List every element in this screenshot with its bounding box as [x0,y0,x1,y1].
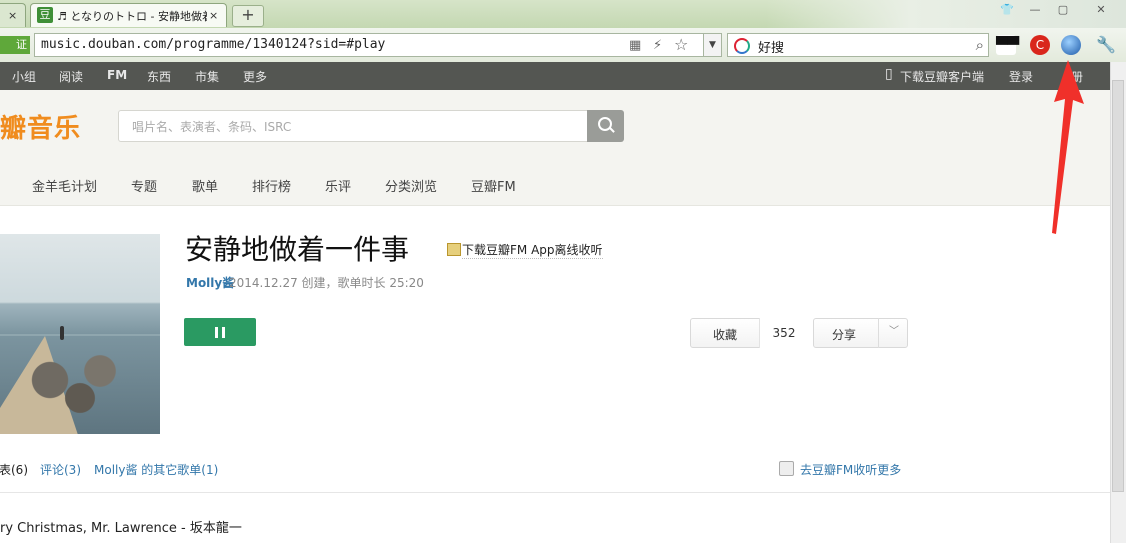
collect-label: 收藏 [713,328,738,342]
certificate-badge[interactable]: 证 [0,36,30,54]
maximize-button[interactable]: ▢ [1052,2,1074,18]
subnav-browse[interactable]: 分类浏览 [385,176,437,195]
search-icon[interactable]: ⌕ [976,36,984,54]
creator-link[interactable]: Molly酱 [186,274,234,291]
new-tab-button[interactable]: + [232,5,264,27]
star-icon[interactable]: ☆ [674,35,688,54]
download-fm-link[interactable]: 下载豆瓣FM App离线收听 [462,241,603,259]
site-top-nav: 小组 阅读 FM 东西 市集 更多 ▯ 下载豆瓣客户端 登录 册 [0,62,1110,90]
site-search-button[interactable] [587,110,624,142]
subnav-playlists[interactable]: 歌单 [192,176,218,195]
listen-fm-more-link[interactable]: 去豆瓣FM收听更多 [800,461,901,478]
browser-search-input[interactable]: 好搜 ⌕ [727,33,989,57]
share-button[interactable]: 分享 ﹀ [813,318,908,348]
nav-item-fm[interactable]: FM [107,68,127,82]
collect-button[interactable]: 收藏 352 [690,318,808,348]
phone-icon: ▯ [885,66,893,82]
minimize-button[interactable]: — [1024,2,1046,18]
site-search-input[interactable]: 唱片名、表演者、条码、ISRC [118,110,588,142]
collect-count: 352 [759,318,808,348]
download-app-link[interactable]: 下载豆瓣客户端 [900,68,984,85]
tab-track-list[interactable]: 表(6) [0,461,28,478]
subnav-golden-fleece[interactable]: 金羊毛计划 [32,176,97,195]
tab-close-icon[interactable]: × [209,9,218,22]
pause-icon [215,327,218,338]
search-engine-label: 好搜 [758,41,785,56]
radio-icon [779,461,794,476]
browser-tab-active[interactable]: 豆 ♬ となりのトトロ - 安静地做着一件事 × [30,3,227,27]
programme-title: 安静地做着一件事 [185,233,410,266]
adblock-icon[interactable]: ▀▀ [996,35,1019,55]
dropdown-icon[interactable]: ▼ [703,33,722,57]
qrcode-icon[interactable]: ▦ [629,38,641,53]
programme-meta: 2014.12.27 创建，歌单时长 25:20 [229,276,424,290]
browser-tab-inactive[interactable]: × [0,3,26,27]
download-app-icon [447,243,461,256]
url-text[interactable]: music.douban.com/programme/1340124?sid=#… [41,37,385,52]
scrollbar-thumb[interactable] [1112,80,1124,492]
subnav-charts[interactable]: 排行榜 [252,176,291,195]
search-engine-icon[interactable] [734,38,750,54]
nav-item-more[interactable]: 更多 [243,68,267,85]
lightning-icon[interactable]: ⚡ [653,38,662,53]
nav-item-market[interactable]: 市集 [195,68,219,85]
tab-other-lists[interactable]: Molly酱 的其它歌单(1) [94,461,218,478]
subnav-topics[interactable]: 专题 [131,176,157,195]
tab-close-icon[interactable]: × [8,9,17,22]
nav-item-things[interactable]: 东西 [147,68,171,85]
divider [0,492,1110,493]
pause-button[interactable] [184,318,256,346]
programme-cover-image[interactable] [0,234,160,434]
share-label: 分享 [832,328,857,342]
subnav-douban-fm[interactable]: 豆瓣FM [471,176,516,195]
login-link[interactable]: 登录 [1009,68,1033,85]
subnav-reviews[interactable]: 乐评 [325,176,351,195]
chevron-down-icon[interactable]: ﹀ [878,318,909,348]
track-list-item[interactable]: ry Christmas, Mr. Lawrence - 坂本龍一 [0,517,242,536]
logo[interactable]: 瓣音乐 [0,108,81,145]
url-input[interactable]: music.douban.com/programme/1340124?sid=#… [34,33,722,57]
site-search-placeholder: 唱片名、表演者、条码、ISRC [132,120,292,134]
translate-icon[interactable]: C [1030,35,1050,55]
music-sub-nav: 金羊毛计划 专题 歌单 排行榜 乐评 分类浏览 豆瓣FM [0,165,1110,206]
tab-title: ♬ となりのトトロ - 安静地做着一件事 [57,10,207,23]
nav-item-read[interactable]: 阅读 [59,68,83,85]
tab-comments[interactable]: 评论(3) [40,461,81,478]
nav-item-group[interactable]: 小组 [12,68,36,85]
annotation-arrow [1052,60,1084,234]
douban-favicon-icon: 豆 [37,7,53,23]
wrench-icon[interactable]: 🔧 [1096,35,1116,55]
close-window-button[interactable]: ✕ [1090,2,1112,18]
globe-icon[interactable] [1061,35,1081,55]
skin-icon[interactable]: 👕 [996,2,1018,18]
